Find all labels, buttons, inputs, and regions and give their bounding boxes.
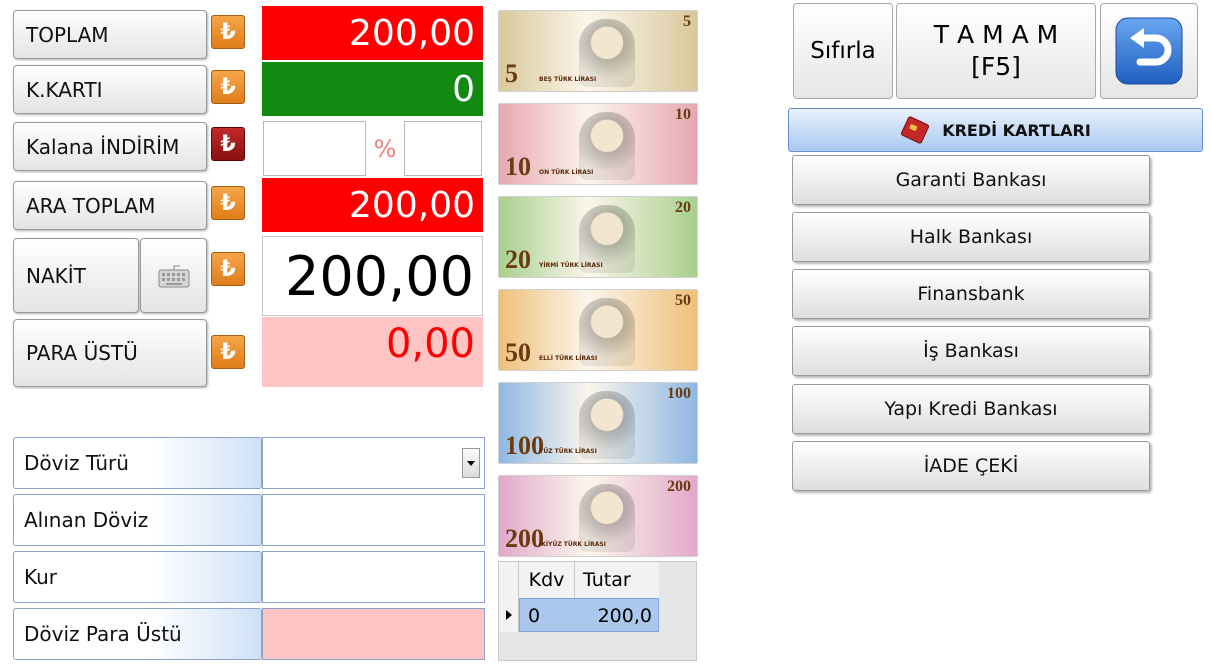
doviz-para-ustu-label: Döviz Para Üstü [13,608,262,660]
tutar-cell: 200,0 [597,605,652,627]
lira-icon: ₺ [220,339,236,365]
indirim-lira-button[interactable]: ₺ [211,127,245,161]
doviz-para-ustu-field [262,608,485,660]
banknote-value-left: 100 [505,431,544,460]
indirim-label: Kalana İNDİRİM [13,122,207,171]
kur-input[interactable] [262,551,485,603]
ok-label: T A M A M [933,20,1059,49]
grid-header-kdv[interactable]: Kdv [519,562,575,598]
indirim-percent-input[interactable] [404,121,482,176]
banknote-value-left: 200 [505,524,544,553]
kur-label: Kur [13,551,262,603]
keyboard-button[interactable] [140,238,207,313]
table-row[interactable]: 0 200,0 [519,598,659,632]
banknote-value-right: 100 [667,385,691,402]
kkarti-label: K.KARTI [13,65,207,114]
alinan-doviz-label: Alınan Döviz [13,494,262,546]
banknote-value-right: 10 [675,106,691,123]
toplam-label: TOPLAM [13,10,207,59]
lira-icon: ₺ [220,74,236,100]
credit-card-icon [901,116,930,144]
row-pointer-icon [505,610,512,620]
percent-label: % [373,134,397,163]
banknote-word: ELLİ TÜRK LİRASI [539,355,598,362]
banknote-value-right: 5 [683,13,691,30]
lira-icon: ₺ [220,19,236,45]
nakit-lira-button[interactable]: ₺ [211,252,245,286]
banknote-word: BEŞ TÜRK LİRASI [539,76,597,83]
lira-icon: ₺ [220,190,236,216]
doviz-turu-select[interactable] [262,437,485,489]
dropdown-arrow-button[interactable] [462,448,480,478]
kdv-cell: 0 [528,605,541,627]
banknote-20[interactable]: 20 20 YİRMİ TÜRK LİRASI [498,196,698,278]
bank-button[interactable]: Halk Bankası [792,212,1150,262]
back-button[interactable] [1100,3,1198,99]
kkarti-lira-button[interactable]: ₺ [211,70,245,104]
banknote-value-right: 20 [675,199,691,216]
credit-cards-title: KREDİ KARTLARI [942,120,1091,140]
return-arrow-icon [1115,17,1183,85]
reset-button[interactable]: Sıfırla [793,3,893,99]
banknote-word: ON TÜRK LİRASI [539,169,594,176]
banknote-100[interactable]: 100 100 YÜZ TÜRK LİRASI [498,382,698,464]
banknote-200[interactable]: 200 200 İKİYÜZ TÜRK LİRASI [498,475,698,557]
nakit-value[interactable]: 200,00 [262,236,483,316]
indirim-amount-input[interactable] [263,121,366,176]
banknote-value-right: 50 [675,292,691,309]
keyboard-icon [158,265,189,287]
banknote-value-left: 5 [505,59,518,88]
para-ustu-value: 0,00 [262,317,483,387]
nakit-label: NAKİT [13,238,139,313]
bank-button[interactable]: İADE ÇEKİ [792,441,1150,491]
bank-button[interactable]: Garanti Bankası [792,155,1150,205]
chevron-down-icon [467,460,475,466]
ok-button[interactable]: T A M A M [F5] [896,3,1096,99]
banknote-10[interactable]: 10 10 ON TÜRK LİRASI [498,103,698,185]
toplam-lira-button[interactable]: ₺ [211,15,245,49]
para-ustu-lira-button[interactable]: ₺ [211,335,245,369]
credit-cards-header[interactable]: KREDİ KARTLARI [788,108,1203,152]
banknote-50[interactable]: 50 50 ELLİ TÜRK LİRASI [498,289,698,371]
bank-button[interactable]: Yapı Kredi Bankası [792,384,1150,434]
lira-icon: ₺ [220,256,236,282]
banknote-value-right: 200 [667,478,691,495]
ok-shortcut: [F5] [971,52,1021,81]
ara-toplam-value: 200,00 [262,178,483,232]
kkarti-value: 0 [262,62,483,116]
grid-header-tutar[interactable]: Tutar [575,562,659,598]
alinan-doviz-input[interactable] [262,494,485,546]
lira-icon: ₺ [220,131,236,157]
banknote-word: İKİYÜZ TÜRK LİRASI [539,541,606,548]
banknote-word: YİRMİ TÜRK LİRASI [539,262,603,269]
banknote-value-left: 50 [505,338,531,367]
doviz-turu-label: Döviz Türü [13,437,262,489]
ara-toplam-lira-button[interactable]: ₺ [211,186,245,220]
grid-corner [499,562,519,598]
ara-toplam-label: ARA TOPLAM [13,181,207,230]
toplam-value: 200,00 [262,6,483,60]
banknote-value-left: 20 [505,245,531,274]
bank-button[interactable]: Finansbank [792,269,1150,319]
kdv-grid: Kdv Tutar 0 200,0 [498,561,697,661]
banknote-5[interactable]: 5 5 BEŞ TÜRK LİRASI [498,10,698,92]
bank-button[interactable]: İş Bankası [792,326,1150,376]
grid-row-indicator[interactable] [499,598,519,632]
banknote-word: YÜZ TÜRK LİRASI [539,448,597,455]
banknote-value-left: 10 [505,152,531,181]
para-ustu-label: PARA ÜSTÜ [13,319,207,387]
